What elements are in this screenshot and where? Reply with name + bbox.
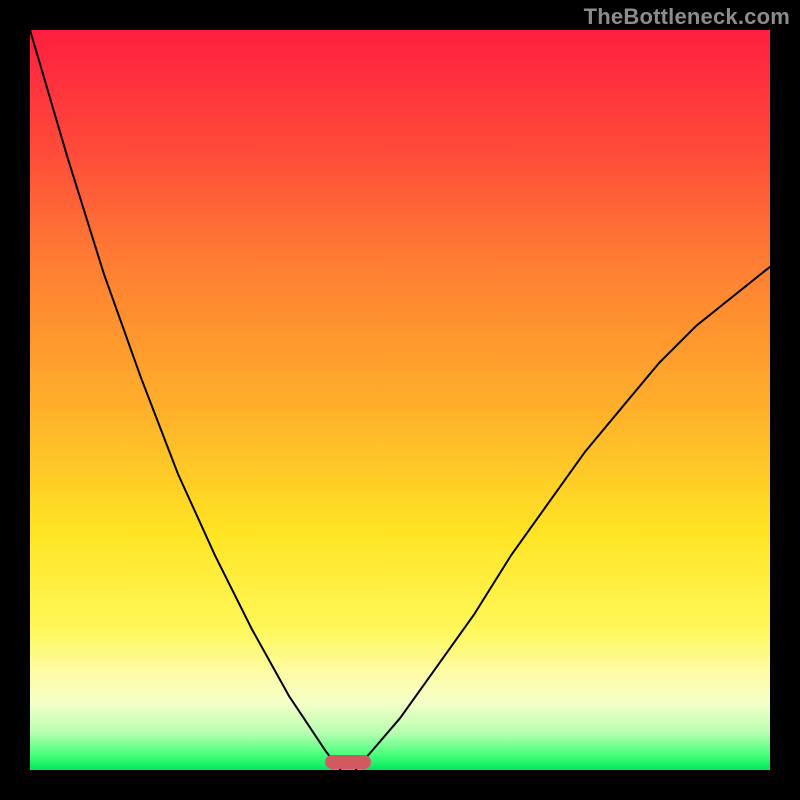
curve-left-branch [30, 30, 341, 770]
watermark-text: TheBottleneck.com [584, 4, 790, 30]
plot-area [30, 30, 770, 770]
curve-right-branch [356, 267, 770, 770]
curve-layer [30, 30, 770, 770]
chart-frame: TheBottleneck.com [0, 0, 800, 800]
minimum-marker [325, 755, 371, 769]
